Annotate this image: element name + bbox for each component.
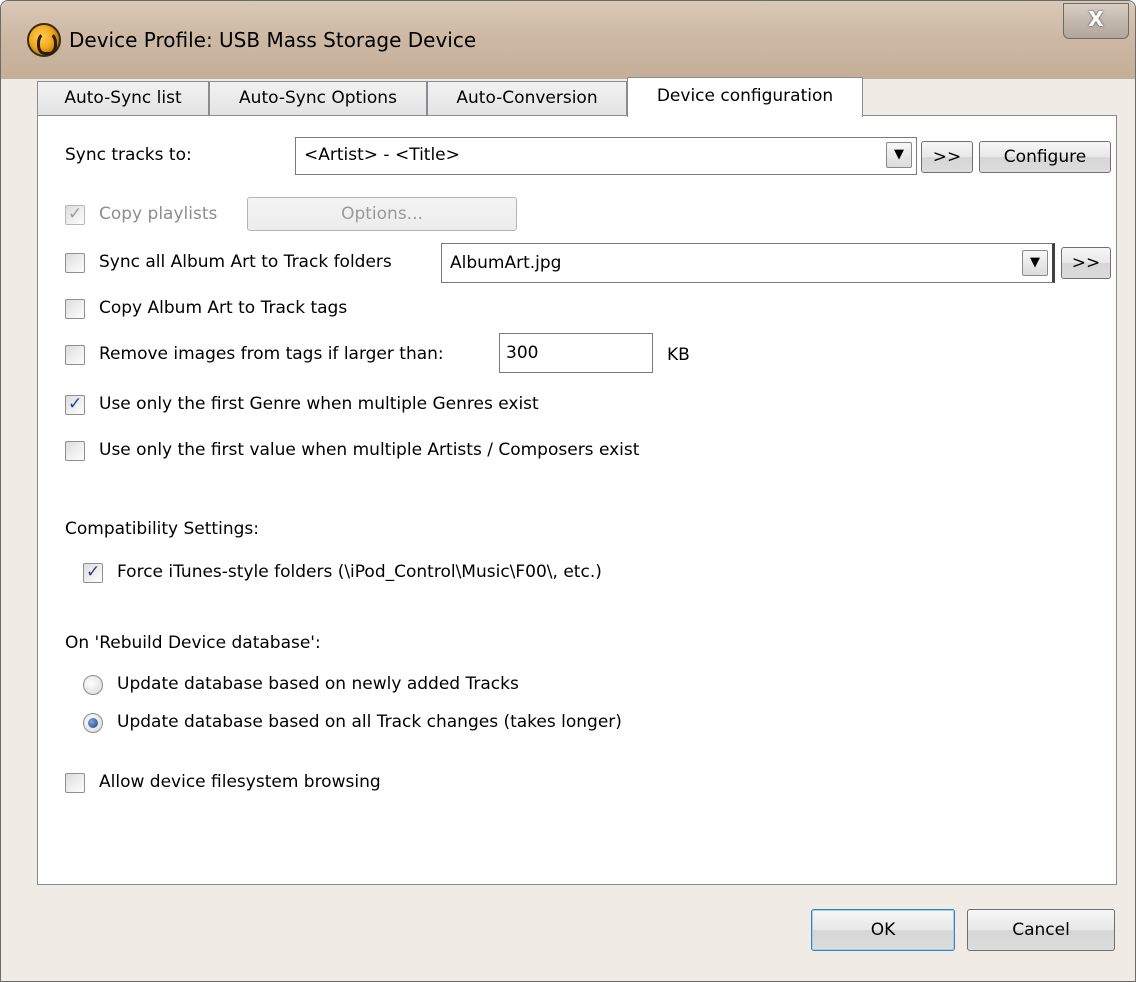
album-art-folders-label: Sync all Album Art to Track folders: [99, 252, 392, 272]
rebuild-new-tracks-label: Update database based on newly added Tra…: [117, 674, 519, 694]
tab-device-configuration[interactable]: Device configuration: [627, 77, 863, 117]
max-image-size-input[interactable]: 300: [499, 333, 653, 373]
first-genre-checkbox[interactable]: [65, 394, 85, 415]
tab-auto-sync-list[interactable]: Auto-Sync list: [37, 81, 209, 115]
sync-tracks-value: <Artist> - <Title>: [304, 145, 460, 165]
playlist-options-button[interactable]: Options...: [247, 197, 517, 231]
sync-tracks-combo[interactable]: <Artist> - <Title> ▼: [295, 137, 917, 175]
first-genre-label: Use only the first Genre when multiple G…: [99, 394, 539, 414]
chevron-down-icon[interactable]: ▼: [886, 142, 912, 168]
filesystem-browsing-label: Allow device filesystem browsing: [99, 772, 381, 792]
chevron-down-icon[interactable]: ▼: [1022, 250, 1048, 276]
copy-playlists-label: Copy playlists: [99, 204, 218, 224]
rebuild-all-changes-radio[interactable]: [83, 713, 103, 733]
cancel-button[interactable]: Cancel: [967, 909, 1115, 951]
window-title: Device Profile: USB Mass Storage Device: [69, 28, 477, 52]
album-art-tags-checkbox[interactable]: [65, 299, 85, 319]
itunes-folders-label: Force iTunes-style folders (\iPod_Contro…: [117, 562, 602, 582]
title-bar[interactable]: Device Profile: USB Mass Storage Device …: [1, 1, 1135, 79]
filesystem-browsing-checkbox[interactable]: [65, 773, 85, 793]
mediamonkey-icon: [27, 23, 61, 57]
device-configuration-panel: [37, 115, 1117, 885]
first-artist-label: Use only the first value when multiple A…: [99, 440, 640, 460]
close-button[interactable]: X: [1063, 3, 1129, 39]
image-size-unit-label: KB: [667, 345, 690, 365]
configure-button[interactable]: Configure: [979, 141, 1111, 173]
sync-tracks-label: Sync tracks to:: [65, 145, 192, 165]
ok-button[interactable]: OK: [811, 909, 955, 951]
album-art-arrow-button[interactable]: >>: [1061, 247, 1111, 279]
remove-images-label: Remove images from tags if larger than:: [99, 344, 444, 364]
rebuild-new-tracks-radio[interactable]: [83, 675, 103, 695]
rebuild-all-changes-label: Update database based on all Track chang…: [117, 712, 622, 732]
rebuild-heading: On 'Rebuild Device database':: [65, 633, 321, 653]
album-art-filename-value: AlbumArt.jpg: [450, 253, 562, 273]
copy-playlists-checkbox[interactable]: [65, 204, 85, 225]
sync-tracks-arrow-button[interactable]: >>: [921, 141, 973, 173]
first-artist-checkbox[interactable]: [65, 441, 85, 461]
album-art-tags-label: Copy Album Art to Track tags: [99, 298, 348, 318]
device-profile-dialog: Device Profile: USB Mass Storage Device …: [0, 0, 1136, 982]
album-art-filename-combo[interactable]: AlbumArt.jpg ▼: [441, 243, 1055, 283]
itunes-folders-checkbox[interactable]: [83, 562, 103, 583]
remove-images-checkbox[interactable]: [65, 345, 85, 365]
tab-auto-conversion[interactable]: Auto-Conversion: [427, 81, 627, 115]
album-art-folders-checkbox[interactable]: [65, 253, 85, 273]
tab-auto-sync-options[interactable]: Auto-Sync Options: [209, 81, 427, 115]
compatibility-heading: Compatibility Settings:: [65, 519, 259, 539]
